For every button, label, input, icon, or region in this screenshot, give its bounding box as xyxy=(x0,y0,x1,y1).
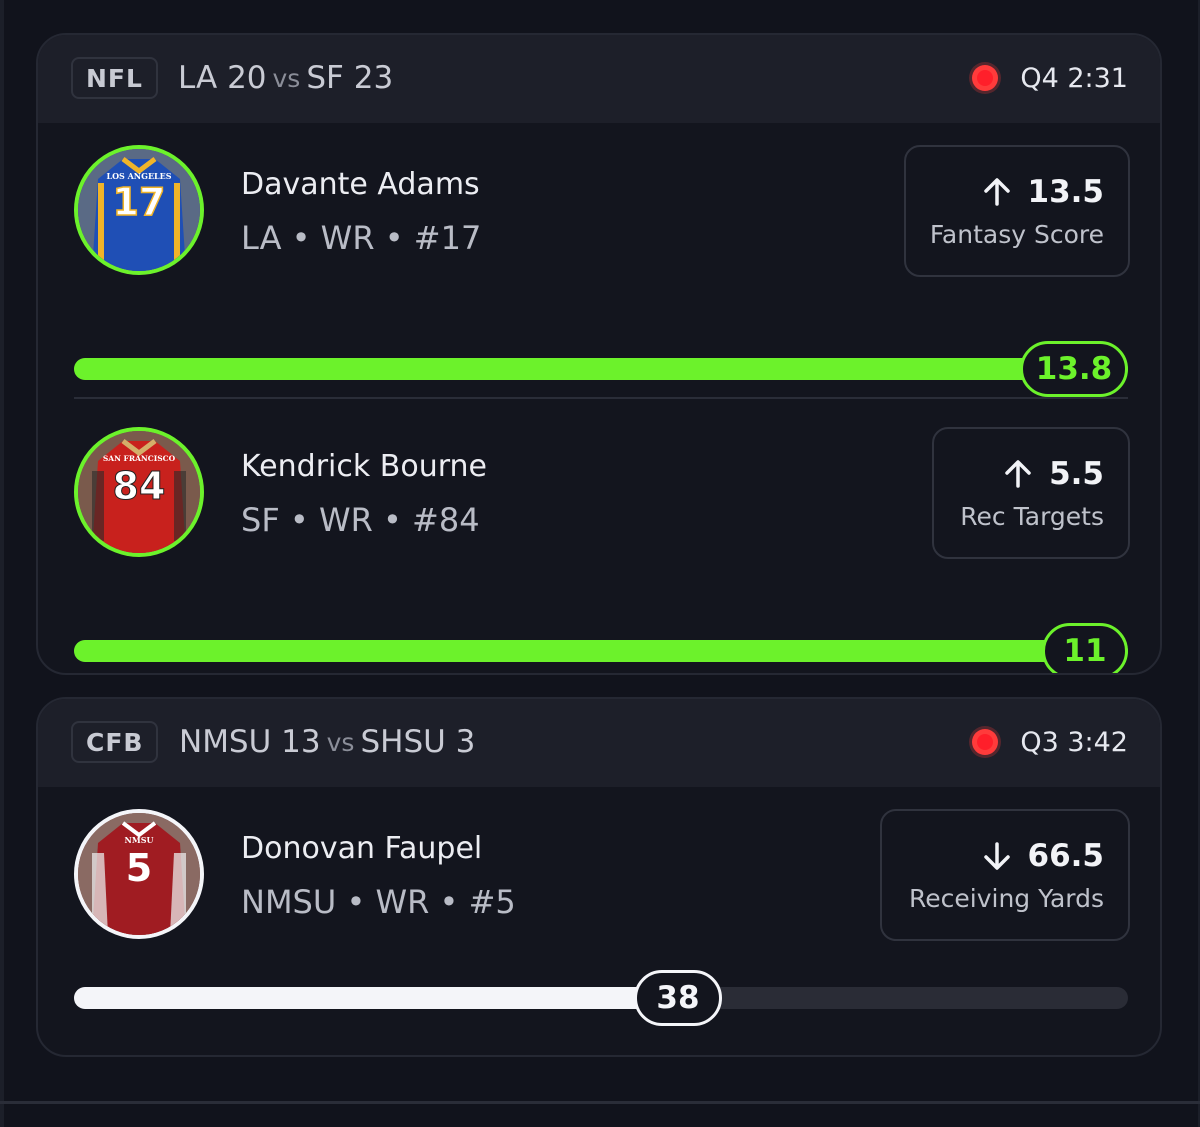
jersey-icon: SAN FRANCISCO 84 xyxy=(78,431,200,553)
score-b: 23 xyxy=(353,60,394,96)
progress-track: 13.8 xyxy=(74,341,1128,397)
game-header: CFB NMSU 13 vs SHSU 3 Q3 3:42 xyxy=(38,699,1160,787)
jersey-number-text: 5 xyxy=(126,846,152,890)
arrow-down-icon xyxy=(983,841,1010,870)
player-avatar: SAN FRANCISCO 84 xyxy=(74,427,204,557)
game-card-cfb[interactable]: CFB NMSU 13 vs SHSU 3 Q3 3:42 NMSU 5 Don… xyxy=(36,697,1162,1057)
progress-fill xyxy=(74,358,1128,380)
prop-value: 13.5 xyxy=(1027,173,1105,210)
arrow-up-icon xyxy=(983,177,1010,206)
current-value: 13.8 xyxy=(1035,351,1113,387)
prop-line-box[interactable]: 5.5 Rec Targets xyxy=(932,427,1130,559)
prop-stat-label: Rec Targets xyxy=(960,501,1104,531)
live-status: Q4 2:31 xyxy=(972,57,1128,99)
current-value-pill: 38 xyxy=(634,970,722,1026)
league-badge: CFB xyxy=(71,721,159,763)
player-name: Donovan Faupel xyxy=(241,831,483,866)
player-row[interactable]: SAN FRANCISCO 84 Kendrick Bourne SF • WR… xyxy=(38,405,1160,673)
prop-stat-label: Fantasy Score xyxy=(929,219,1104,249)
league-badge: NFL xyxy=(71,57,158,99)
current-value: 11 xyxy=(1063,633,1107,669)
progress-track: 11 xyxy=(74,623,1128,673)
player-avatar: NMSU 5 xyxy=(74,809,204,939)
prop-line: 5.5 xyxy=(1003,456,1104,492)
prop-value: 5.5 xyxy=(1049,455,1104,492)
team-b: SHSU xyxy=(360,724,446,760)
player-meta: LA • WR • #17 xyxy=(241,219,482,257)
player-divider xyxy=(74,397,1128,399)
jersey-city-text: SAN FRANCISCO xyxy=(103,454,176,463)
current-value-pill: 11 xyxy=(1042,623,1128,673)
player-name: Davante Adams xyxy=(241,167,480,202)
progress-track: 38 xyxy=(74,970,1128,1026)
prop-line-box[interactable]: 13.5 Fantasy Score xyxy=(904,145,1130,277)
player-meta: SF • WR • #84 xyxy=(241,501,480,539)
player-name: Kendrick Bourne xyxy=(241,449,487,484)
jersey-icon: LOS ANGELES 17 xyxy=(78,149,200,271)
vs-label: vs xyxy=(326,727,355,757)
score-a: 13 xyxy=(281,724,321,760)
progress-fill xyxy=(74,640,1128,662)
team-a: NMSU xyxy=(179,724,272,760)
prop-line-box[interactable]: 66.5 Receiving Yards xyxy=(880,809,1130,941)
prop-stat-label: Receiving Yards xyxy=(909,883,1104,913)
current-value-pill: 13.8 xyxy=(1020,341,1128,397)
jersey-city-text: NMSU xyxy=(125,835,154,845)
game-score: NMSU 13 vs SHSU 3 xyxy=(179,721,475,763)
live-indicator-icon xyxy=(972,65,999,91)
game-clock: Q4 2:31 xyxy=(1020,62,1128,94)
frame-left-edge xyxy=(0,0,4,1127)
prop-value: 66.5 xyxy=(1027,837,1105,874)
game-header: NFL LA 20 vs SF 23 Q4 2:31 xyxy=(38,35,1160,123)
team-a: LA xyxy=(178,60,218,96)
player-row[interactable]: NMSU 5 Donovan Faupel NMSU • WR • #5 66.… xyxy=(38,787,1160,1055)
player-avatar: LOS ANGELES 17 xyxy=(74,145,204,275)
progress-fill xyxy=(74,987,675,1009)
game-clock: Q3 3:42 xyxy=(1020,726,1128,758)
vs-label: vs xyxy=(272,63,301,93)
player-meta: NMSU • WR • #5 xyxy=(241,883,516,921)
current-value: 38 xyxy=(656,980,700,1016)
game-card-nfl[interactable]: NFL LA 20 vs SF 23 Q4 2:31 LOS ANGELES 1… xyxy=(36,33,1162,675)
player-row[interactable]: LOS ANGELES 17 Davante Adams LA • WR • #… xyxy=(38,123,1160,403)
game-score: LA 20 vs SF 23 xyxy=(178,57,393,99)
arrow-up-icon xyxy=(1005,459,1031,488)
live-status: Q3 3:42 xyxy=(972,721,1128,763)
prop-line: 13.5 xyxy=(982,173,1105,210)
frame-bottom-divider xyxy=(0,1101,1200,1104)
jersey-number-text: 84 xyxy=(113,464,166,508)
jersey-icon: NMSU 5 xyxy=(78,813,200,935)
score-a: 20 xyxy=(227,60,267,96)
score-b: 3 xyxy=(455,724,476,760)
prop-line: 66.5 xyxy=(982,837,1105,874)
jersey-number-text: 17 xyxy=(113,180,166,224)
team-b: SF xyxy=(306,60,344,96)
live-indicator-icon xyxy=(972,729,999,755)
